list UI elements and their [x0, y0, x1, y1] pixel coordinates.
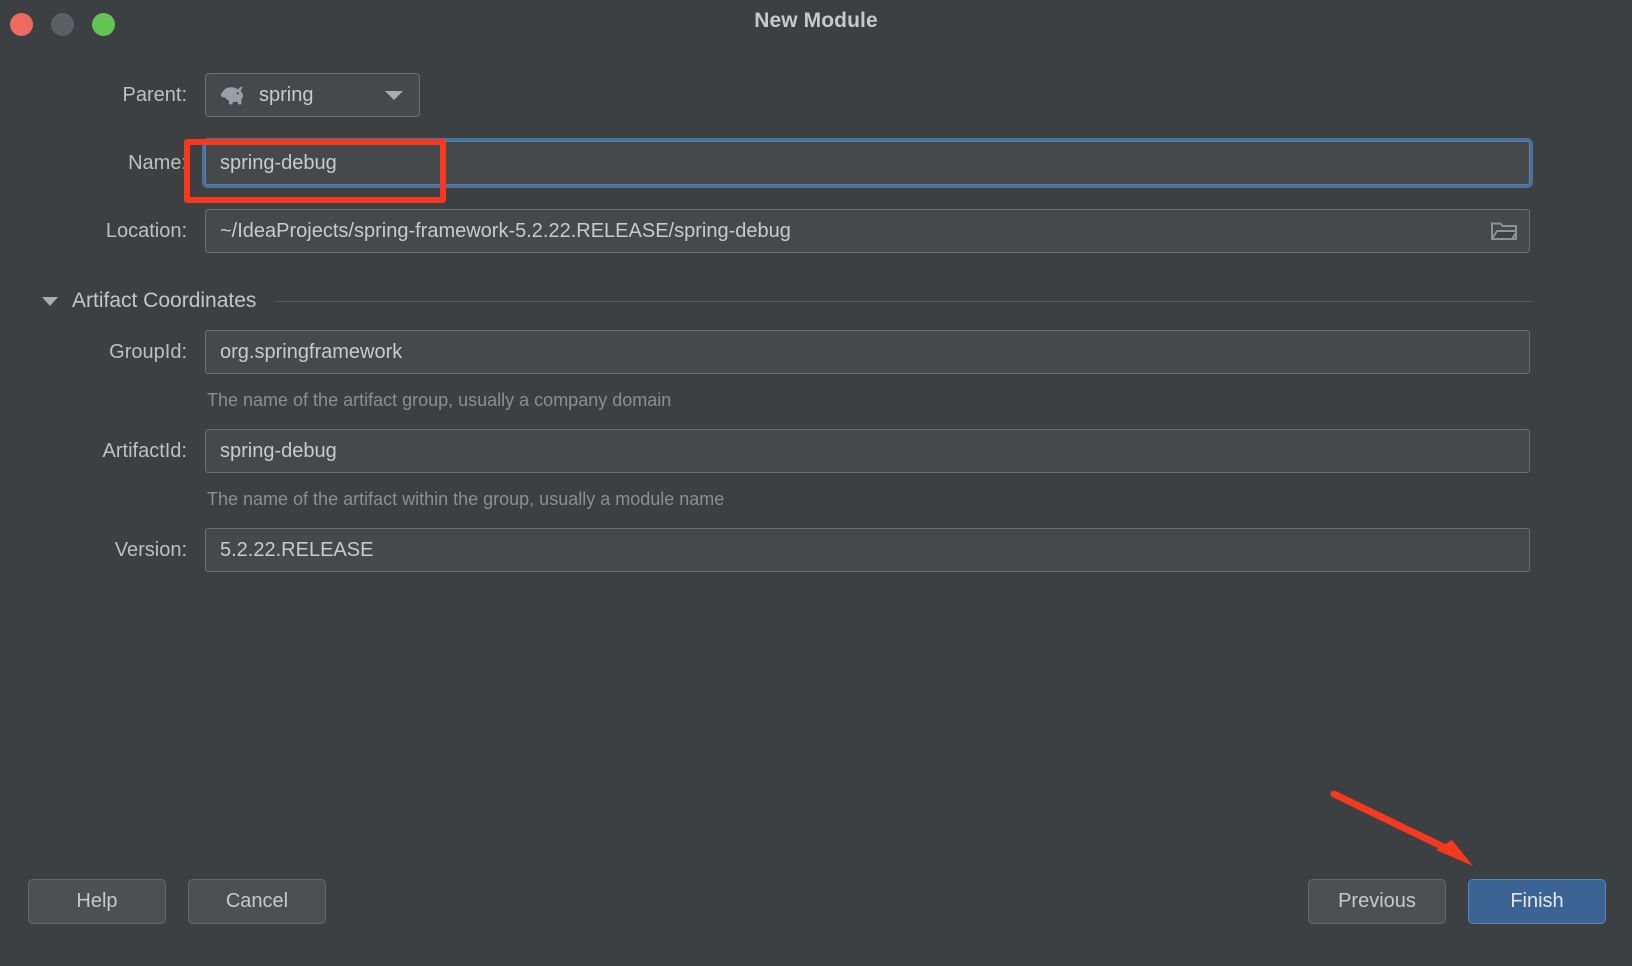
dialog-buttons-right: Previous Finish — [1308, 879, 1606, 924]
artifactid-input-value: spring-debug — [220, 439, 337, 462]
cancel-button[interactable]: Cancel — [188, 879, 326, 924]
artifact-coordinates-title: Artifact Coordinates — [72, 289, 257, 312]
artifact-coordinates-header[interactable]: Artifact Coordinates — [0, 286, 1632, 316]
groupid-hint: The name of the artifact group, usually … — [207, 390, 672, 410]
previous-button[interactable]: Previous — [1308, 879, 1446, 924]
version-row: Version: 5.2.22.RELEASE — [0, 528, 1632, 572]
name-row: Name: spring-debug — [0, 140, 1632, 186]
location-row: Location: ~/IdeaProjects/spring-framewor… — [0, 208, 1632, 254]
groupid-row: GroupId: org.springframework — [0, 330, 1632, 374]
groupid-input-value: org.springframework — [220, 340, 403, 363]
artifactid-row: ArtifactId: spring-debug — [0, 429, 1632, 473]
parent-dropdown[interactable]: spring — [205, 73, 420, 117]
location-input-value: ~/IdeaProjects/spring-framework-5.2.22.R… — [220, 219, 791, 242]
artifact-coordinates-body: GroupId: org.springframework The name of… — [0, 330, 1632, 572]
name-input[interactable]: spring-debug — [205, 141, 1530, 185]
name-input-value: spring-debug — [220, 151, 337, 174]
parent-label: Parent: — [122, 83, 187, 106]
dialog-buttons-left: Help Cancel — [28, 879, 326, 924]
new-module-dialog: New Module Parent: spring Name: spring-d… — [0, 0, 1632, 966]
location-input[interactable]: ~/IdeaProjects/spring-framework-5.2.22.R… — [205, 209, 1530, 253]
parent-value: spring — [259, 83, 314, 106]
module-form: Parent: spring Name: spring-debug Locati… — [0, 72, 1632, 276]
elephant-icon — [221, 86, 243, 104]
artifactid-input[interactable]: spring-debug — [205, 429, 1530, 473]
annotation-arrow — [1330, 790, 1473, 866]
finish-button[interactable]: Finish — [1468, 879, 1606, 924]
dialog-title: New Module — [754, 9, 878, 32]
artifactid-hint: The name of the artifact within the grou… — [207, 489, 725, 509]
artifactid-label: ArtifactId: — [102, 439, 187, 462]
folder-icon[interactable] — [1491, 220, 1517, 242]
groupid-label: GroupId: — [109, 340, 187, 363]
chevron-down-icon[interactable] — [42, 296, 58, 306]
groupid-input[interactable]: org.springframework — [205, 330, 1530, 374]
parent-row: Parent: spring — [0, 72, 1632, 118]
title-bar: New Module — [0, 0, 1632, 48]
location-label: Location: — [105, 219, 187, 242]
section-divider — [274, 300, 1534, 302]
version-input[interactable]: 5.2.22.RELEASE — [205, 528, 1530, 572]
help-button[interactable]: Help — [28, 879, 166, 924]
name-label: Name: — [128, 151, 187, 174]
chevron-down-icon[interactable] — [385, 90, 403, 100]
version-label: Version: — [114, 538, 187, 561]
version-input-value: 5.2.22.RELEASE — [220, 538, 374, 561]
